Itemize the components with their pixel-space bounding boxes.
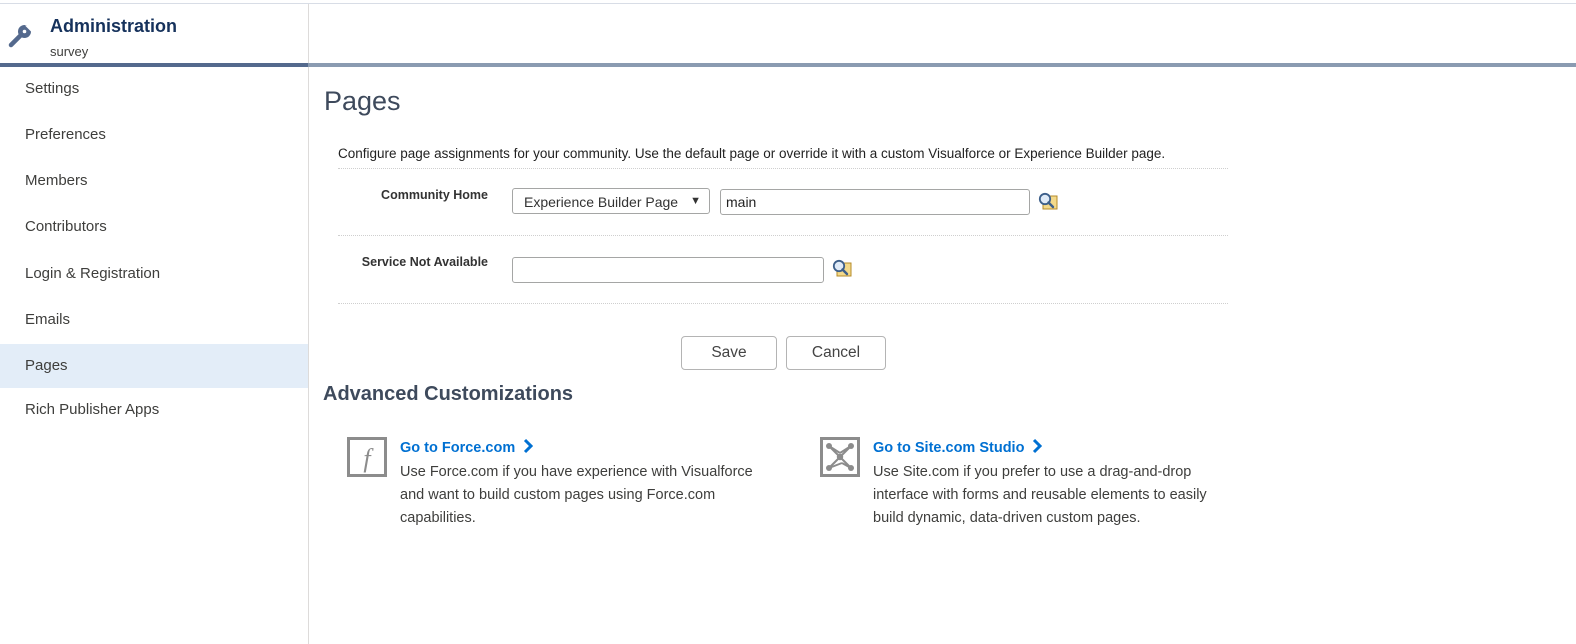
community-home-label: Community Home xyxy=(381,188,488,202)
page-title: Pages xyxy=(324,86,401,116)
sidebar-item-contributors[interactable]: Contributors xyxy=(0,205,308,249)
cancel-button[interactable]: Cancel xyxy=(786,336,886,370)
sidebar-item-settings[interactable]: Settings xyxy=(0,67,308,111)
community-name: survey xyxy=(50,44,89,59)
app-header: Administration survey xyxy=(0,4,308,64)
text-line: Use Site.com if you prefer to use a drag… xyxy=(873,464,1192,480)
text-line: interface with forms and reusable elemen… xyxy=(873,487,1207,503)
text-line: capabilities. xyxy=(400,510,476,526)
sidebar-item-emails[interactable]: Emails xyxy=(0,298,308,342)
sidebar-item-rich-publisher-apps[interactable]: Rich Publisher Apps xyxy=(0,388,308,432)
site-description: Use Site.com if you prefer to use a drag… xyxy=(873,461,1273,530)
divider xyxy=(338,235,1228,236)
sidebar-divider xyxy=(308,4,309,644)
lookup-icon[interactable] xyxy=(831,258,853,278)
force-description: Use Force.com if you have experience wit… xyxy=(400,461,780,530)
sidebar-item-login-registration[interactable]: Login & Registration xyxy=(0,252,308,296)
chevron-right-icon xyxy=(523,438,534,458)
text-line: build dynamic, data-driven custom pages. xyxy=(873,510,1141,526)
caret-down-icon: ▼ xyxy=(690,195,701,207)
go-to-site-studio-link[interactable]: Go to Site.com Studio xyxy=(873,438,1043,458)
force-icon: f xyxy=(347,437,387,477)
header-bar-right xyxy=(308,63,1576,67)
sidebar-item-members[interactable]: Members xyxy=(0,159,308,203)
sidebar-item-pages[interactable]: Pages xyxy=(0,344,308,388)
save-button[interactable]: Save xyxy=(681,336,777,370)
community-home-page-input[interactable]: main xyxy=(720,189,1030,215)
advanced-customizations-heading: Advanced Customizations xyxy=(323,383,574,405)
divider xyxy=(338,168,1228,169)
app-title: Administration xyxy=(50,16,178,36)
page-description: Configure page assignments for your comm… xyxy=(338,146,1166,161)
wrench-icon xyxy=(6,22,34,50)
go-to-force-link[interactable]: Go to Force.com xyxy=(400,438,534,458)
site-icon xyxy=(820,437,860,477)
community-home-type-select[interactable]: Experience Builder Page ▼ xyxy=(512,188,710,214)
text-line: Use Force.com if you have experience wit… xyxy=(400,464,753,480)
sidebar-item-preferences[interactable]: Preferences xyxy=(0,113,308,157)
chevron-right-icon xyxy=(1032,438,1043,458)
divider xyxy=(338,303,1228,304)
service-not-available-label: Service Not Available xyxy=(361,255,488,269)
text-line: and want to build custom pages using For… xyxy=(400,487,716,503)
lookup-icon[interactable] xyxy=(1037,191,1059,211)
force-link-label: Go to Force.com xyxy=(400,440,516,456)
select-value: Experience Builder Page xyxy=(524,194,679,210)
site-link-label: Go to Site.com Studio xyxy=(873,440,1025,456)
service-not-available-input[interactable] xyxy=(512,257,824,283)
